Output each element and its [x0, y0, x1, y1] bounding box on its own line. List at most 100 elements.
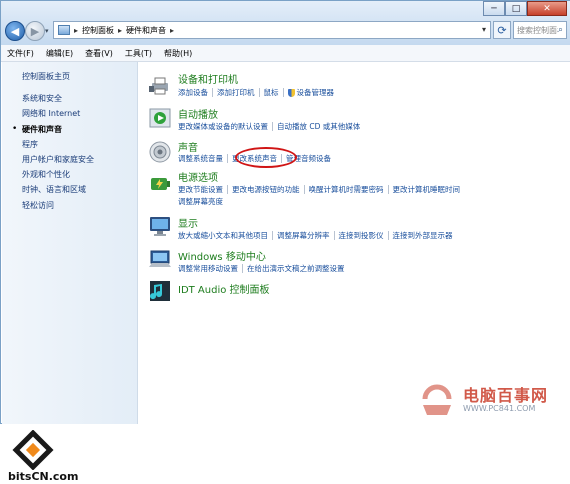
bitscn-logo-text: bitsCN.com — [8, 470, 79, 483]
recent-pages-dropdown[interactable]: ▾ — [45, 27, 49, 35]
sidebar-item-hardware-sound[interactable]: 硬件和声音 — [22, 124, 62, 135]
address-dropdown-icon[interactable]: ▾ — [482, 25, 486, 34]
category-links: 更改媒体或设备的默认设置 自动播放 CD 或其他媒体 — [178, 121, 360, 132]
separator — [242, 264, 243, 273]
mobility-center-icon[interactable] — [149, 248, 171, 270]
separator — [272, 122, 273, 131]
chevron-down-icon: ▾ — [45, 27, 49, 35]
menu-edit[interactable]: 编辑(E) — [40, 48, 79, 59]
uac-shield-icon — [287, 88, 295, 97]
link-sleep-time[interactable]: 更改计算机睡眠时间 — [393, 184, 461, 195]
separator — [227, 185, 228, 194]
link-projector[interactable]: 连接到投影仪 — [339, 230, 384, 241]
sidebar-item-clock-region[interactable]: 时钟、语言和区域 — [22, 184, 86, 195]
link-change-media-defaults[interactable]: 更改媒体或设备的默认设置 — [178, 121, 268, 132]
printer-icon[interactable] — [149, 74, 171, 96]
category-links: 添加设备 添加打印机 鼠标 设备管理器 — [178, 87, 334, 98]
refresh-button[interactable]: ⟳ — [493, 21, 511, 39]
link-adjust-volume[interactable]: 调整系统音量 — [178, 153, 223, 164]
link-add-printer[interactable]: 添加打印机 — [217, 87, 255, 98]
pc841-logo-icon — [422, 384, 452, 415]
chevron-right-icon[interactable]: ▸ — [118, 26, 122, 35]
breadcrumb-control-panel[interactable]: 控制面板 — [82, 25, 114, 36]
bitscn-logo: bitsCN.com — [8, 429, 88, 484]
category-title[interactable]: 电源选项 — [178, 169, 218, 184]
link-mouse[interactable]: 鼠标 — [264, 87, 279, 98]
close-button[interactable]: ✕ — [527, 1, 567, 16]
category-links: 调整常用移动设置 在给出演示文稿之前调整设置 — [178, 263, 345, 274]
link-device-manager[interactable]: 设备管理器 — [297, 87, 335, 98]
chevron-right-icon[interactable]: ▸ — [170, 26, 174, 35]
menu-view[interactable]: 查看(V) — [79, 48, 119, 59]
category-title[interactable]: IDT Audio 控制面板 — [178, 281, 270, 296]
chevron-right-icon[interactable]: ▸ — [74, 26, 78, 35]
speaker-icon[interactable] — [149, 141, 171, 163]
back-button[interactable]: ◀ — [5, 21, 25, 41]
category-title[interactable]: 显示 — [178, 215, 198, 230]
link-add-device[interactable]: 添加设备 — [178, 87, 208, 98]
link-screen-resolution[interactable]: 调整屏幕分辨率 — [277, 230, 330, 241]
link-autoplay-cd[interactable]: 自动播放 CD 或其他媒体 — [277, 121, 360, 132]
sidebar-item-network[interactable]: 网络和 Internet — [22, 108, 80, 119]
link-power-button[interactable]: 更改电源按钮的功能 — [232, 184, 300, 195]
link-mobility-settings[interactable]: 调整常用移动设置 — [178, 263, 238, 274]
active-bullet-icon: • — [12, 124, 18, 134]
sidebar-home[interactable]: 控制面板主页 — [22, 71, 70, 82]
pc841-logo: 电脑百事网 WWW.PC841.COM — [415, 379, 567, 423]
bitscn-logo-icon — [12, 429, 54, 471]
separator — [258, 88, 260, 97]
menu-help[interactable]: 帮助(H) — [158, 48, 198, 59]
display-icon[interactable] — [149, 215, 171, 237]
search-input[interactable]: 搜索控制面板 ⌕ — [513, 21, 567, 39]
sidebar-item-appearance[interactable]: 外观和个性化 — [22, 169, 70, 180]
category-links-row2: 调整屏幕亮度 — [178, 196, 223, 207]
autoplay-icon[interactable] — [149, 107, 171, 129]
sidebar-item-system-security[interactable]: 系统和安全 — [22, 93, 62, 104]
arrow-right-icon: ▶ — [30, 24, 40, 38]
link-change-power-saving[interactable]: 更改节能设置 — [178, 184, 223, 195]
minimize-button[interactable]: ─ — [483, 1, 505, 16]
separator — [387, 231, 389, 240]
link-wake-password[interactable]: 唤醒计算机时需要密码 — [309, 184, 384, 195]
separator — [387, 185, 389, 194]
sidebar: 控制面板主页 系统和安全 网络和 Internet • 硬件和声音 程序 用户帐… — [2, 62, 138, 483]
forward-button[interactable]: ▶ — [25, 21, 45, 41]
link-presentation-settings[interactable]: 在给出演示文稿之前调整设置 — [247, 263, 345, 274]
category-title[interactable]: 设备和打印机 — [178, 71, 238, 86]
sidebar-item-programs[interactable]: 程序 — [22, 139, 38, 150]
arrow-left-icon: ◀ — [10, 24, 20, 38]
sidebar-item-ease-of-access[interactable]: 轻松访问 — [22, 200, 54, 211]
category-title[interactable]: 声音 — [178, 139, 198, 154]
menu-file[interactable]: 文件(F) — [1, 48, 40, 59]
menu-tools[interactable]: 工具(T) — [119, 48, 158, 59]
separator — [272, 231, 273, 240]
category-links: 更改节能设置 更改电源按钮的功能 唤醒计算机时需要密码 更改计算机睡眠时间 — [178, 184, 460, 195]
separator — [282, 88, 284, 97]
link-text-size[interactable]: 放大或缩小文本和其他项目 — [178, 230, 268, 241]
maximize-button[interactable]: □ — [505, 1, 527, 16]
address-bar[interactable]: ▸ 控制面板 ▸ 硬件和声音 ▸ ▾ — [53, 21, 491, 39]
link-screen-brightness[interactable]: 调整屏幕亮度 — [178, 196, 223, 207]
power-icon[interactable] — [149, 172, 171, 194]
title-bar: ─ □ ✕ ◀ ▶ ▾ ▸ 控制面板 ▸ 硬件和声音 ▸ ▾ ⟳ 搜索控制面板 … — [1, 1, 570, 45]
pc841-logo-url: WWW.PC841.COM — [463, 404, 536, 413]
separator — [303, 185, 305, 194]
control-panel-icon — [58, 25, 70, 35]
pc841-logo-name: 电脑百事网 — [463, 386, 549, 405]
separator — [333, 231, 335, 240]
window-controls: ─ □ ✕ — [483, 1, 567, 16]
refresh-icon: ⟳ — [497, 23, 507, 37]
sidebar-item-user-accounts[interactable]: 用户帐户和家庭安全 — [22, 154, 94, 165]
category-title[interactable]: Windows 移动中心 — [178, 248, 266, 263]
main-content: 设备和打印机 添加设备 添加打印机 鼠标 设备管理器 自动播放 更改媒体或设备的 — [138, 62, 570, 424]
separator — [227, 154, 228, 163]
link-external-display[interactable]: 连接到外部显示器 — [393, 230, 453, 241]
explorer-window: ─ □ ✕ ◀ ▶ ▾ ▸ 控制面板 ▸ 硬件和声音 ▸ ▾ ⟳ 搜索控制面板 … — [0, 0, 570, 483]
search-icon[interactable]: ⌕ — [558, 25, 563, 35]
separator — [212, 88, 213, 97]
breadcrumb-hardware-sound[interactable]: 硬件和声音 — [126, 25, 166, 36]
menu-bar: 文件(F) 编辑(E) 查看(V) 工具(T) 帮助(H) — [1, 45, 570, 62]
highlight-annotation-circle — [235, 147, 297, 168]
idt-audio-icon[interactable] — [149, 280, 171, 302]
category-title[interactable]: 自动播放 — [178, 106, 218, 121]
